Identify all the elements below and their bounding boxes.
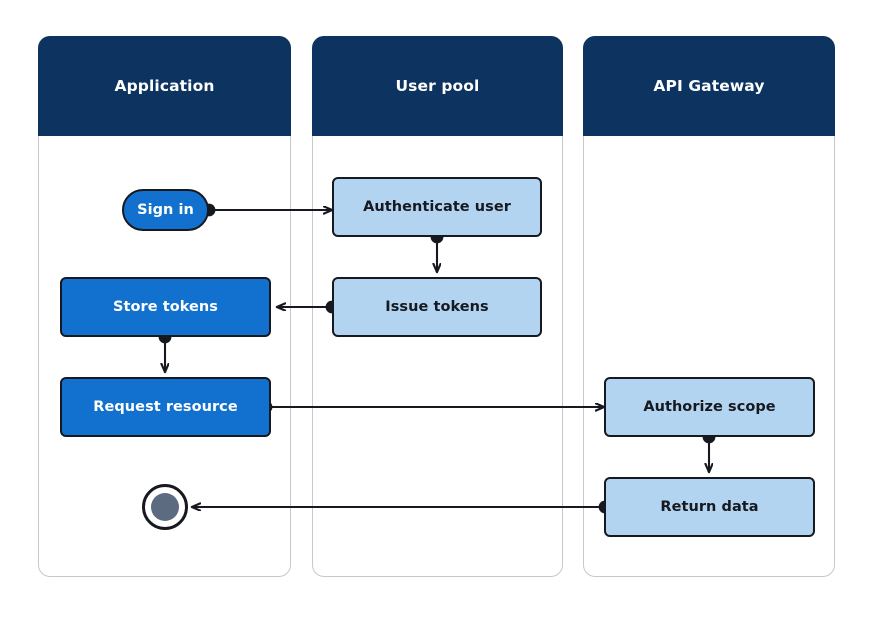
node-authorize-scope[interactable]: Authorize scope bbox=[604, 377, 815, 437]
node-issue-tokens[interactable]: Issue tokens bbox=[332, 277, 542, 337]
swimlane-header-label: User pool bbox=[395, 77, 480, 95]
node-label: Sign in bbox=[137, 202, 194, 218]
node-label: Request resource bbox=[93, 399, 238, 415]
swimlane-header-api-gateway: API Gateway bbox=[583, 36, 835, 136]
node-request-resource[interactable]: Request resource bbox=[60, 377, 271, 437]
node-return-data[interactable]: Return data bbox=[604, 477, 815, 537]
node-store-tokens[interactable]: Store tokens bbox=[60, 277, 271, 337]
swimlane-header-label: API Gateway bbox=[653, 77, 765, 95]
node-label: Issue tokens bbox=[385, 299, 489, 315]
diagram-canvas: Application User pool API Gateway Sign i… bbox=[0, 0, 874, 617]
node-label: Authenticate user bbox=[363, 199, 511, 215]
swimlane-header-user-pool: User pool bbox=[312, 36, 563, 136]
node-label: Store tokens bbox=[113, 299, 218, 315]
node-sign-in[interactable]: Sign in bbox=[122, 189, 209, 231]
end-node-fill bbox=[151, 493, 179, 521]
node-authenticate-user[interactable]: Authenticate user bbox=[332, 177, 542, 237]
swimlane-header-label: Application bbox=[114, 77, 215, 95]
swimlane-header-application: Application bbox=[38, 36, 291, 136]
node-label: Return data bbox=[660, 499, 759, 515]
node-label: Authorize scope bbox=[643, 399, 776, 415]
node-end[interactable] bbox=[142, 484, 188, 530]
